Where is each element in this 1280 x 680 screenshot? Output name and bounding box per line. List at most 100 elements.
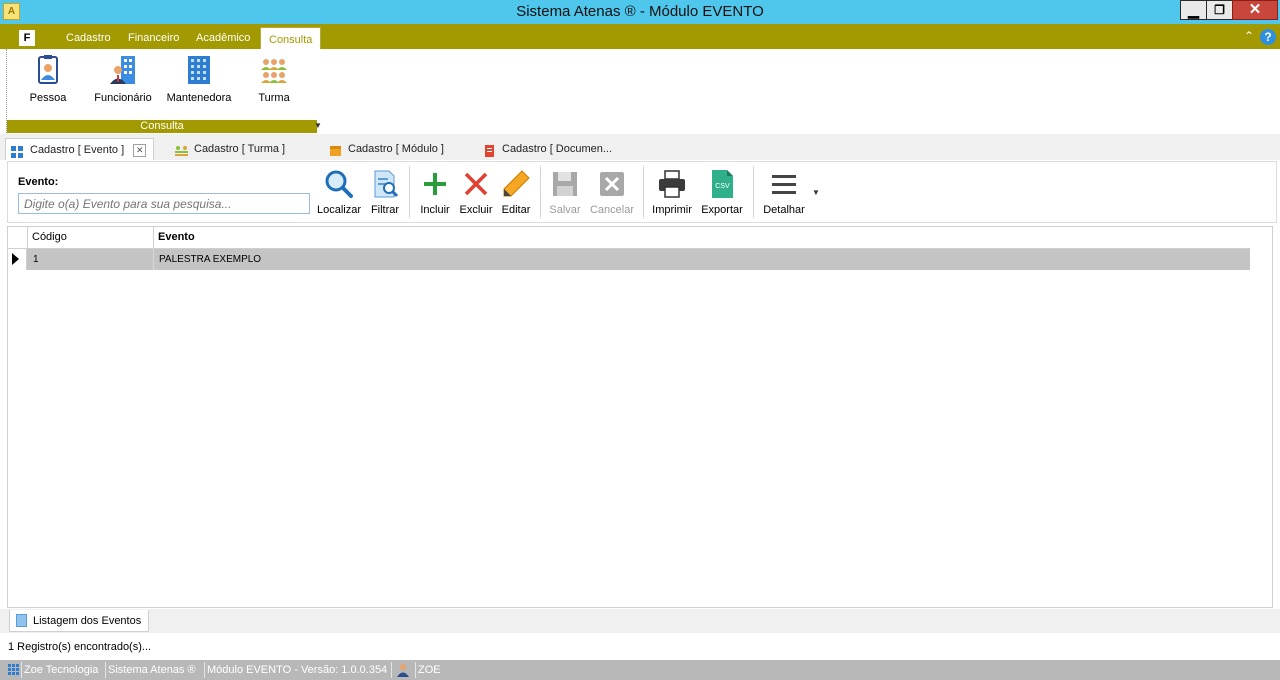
bottom-tab-bar: Listagem dos Eventos (0, 609, 1280, 633)
tab-consulta[interactable]: Consulta (260, 27, 322, 49)
document-tab-bar: Cadastro [ Evento ] ✕ Cadastro [ Turma ]… (0, 134, 1280, 160)
building-icon (183, 53, 215, 87)
file-menu-button[interactable]: F (19, 30, 35, 46)
tab-cadastro[interactable]: Cadastro (66, 24, 111, 49)
status-separator (415, 662, 416, 678)
doc-tab-modulo[interactable]: Cadastro [ Módulo ] (324, 138, 444, 160)
mantenedora-button[interactable]: Mantenedora (164, 53, 234, 104)
records-count: 1 Registro(s) encontrado(s)... (8, 641, 152, 653)
detalhar-label: Detalhar (763, 204, 805, 216)
localizar-button[interactable]: Localizar (315, 168, 363, 216)
group-expand-icon[interactable]: ▼ (314, 121, 322, 131)
title-bar: A Sistema Atenas ® - Módulo EVENTO ▁ ❐ ✕ (0, 0, 1280, 24)
cancel-icon (596, 168, 628, 200)
detalhar-dropdown-icon[interactable]: ▼ (812, 188, 820, 197)
current-row-arrow-icon (12, 253, 19, 265)
help-icon[interactable]: ? (1260, 29, 1276, 45)
doc-tab-turma-label: Cadastro [ Turma ] (194, 143, 286, 155)
column-header-codigo[interactable]: Código (28, 227, 154, 249)
editar-label: Editar (501, 204, 531, 216)
turma-label: Turma (258, 92, 290, 104)
filtrar-button[interactable]: Filtrar (366, 168, 404, 216)
tab-listagem-label: Listagem dos Eventos (33, 615, 142, 627)
doc-tab-modulo-label: Cadastro [ Módulo ] (348, 143, 444, 155)
status-separator (21, 662, 22, 678)
incluir-button[interactable]: Incluir (416, 168, 454, 216)
toolbar-separator (540, 166, 541, 218)
detalhar-button[interactable]: Detalhar (759, 168, 809, 216)
excluir-label: Excluir (459, 204, 493, 216)
status-company: Zoe Tecnologia (24, 664, 99, 676)
filtrar-label: Filtrar (370, 204, 400, 216)
delete-x-icon (460, 168, 492, 200)
user-avatar-icon (397, 660, 411, 680)
window-title: Sistema Atenas ® - Módulo EVENTO (516, 3, 764, 20)
doc-tab-evento[interactable]: Cadastro [ Evento ] ✕ (5, 138, 154, 160)
group-people-icon (175, 143, 188, 156)
window-controls: ▁ ❐ ✕ (1180, 0, 1278, 20)
excluir-button[interactable]: Excluir (457, 168, 495, 216)
pencil-icon (500, 168, 532, 200)
doc-tab-evento-label: Cadastro [ Evento ] (30, 144, 125, 156)
status-user: ZOE (418, 664, 441, 676)
tab-listagem-eventos[interactable]: Listagem dos Eventos (9, 610, 150, 632)
close-icon: ✕ (1248, 1, 1262, 18)
minimize-icon: ▁ (1188, 2, 1199, 18)
ribbon-group-consulta: Pessoa Funcionário Mantenedora Turma Con… (6, 49, 317, 133)
employee-building-icon (107, 53, 139, 87)
search-toolbar: Evento: Localizar Filtrar Incluir Exclui… (7, 161, 1277, 223)
doc-tab-documento[interactable]: Cadastro [ Documen... (478, 138, 612, 160)
collapse-ribbon-icon[interactable]: ⌃ (1244, 29, 1254, 43)
pessoa-button[interactable]: Pessoa (17, 53, 79, 104)
ribbon-tab-bar: F Cadastro Financeiro Acadêmico Consulta… (0, 24, 1280, 49)
person-id-card-icon (32, 53, 64, 87)
close-tab-icon[interactable]: ✕ (133, 143, 147, 157)
list-page-icon (16, 614, 27, 627)
minimize-button[interactable]: ▁ (1180, 0, 1207, 20)
filter-document-icon (369, 168, 401, 200)
row-indicator (8, 249, 27, 270)
restore-button[interactable]: ❐ (1206, 0, 1233, 20)
cancelar-button[interactable]: Cancelar (588, 168, 636, 216)
mantenedora-label: Mantenedora (166, 92, 232, 104)
status-grid-icon (8, 660, 20, 680)
box-icon (329, 143, 342, 156)
close-button[interactable]: ✕ (1232, 0, 1278, 20)
status-separator (204, 662, 205, 678)
toolbar-separator (409, 166, 410, 218)
status-module-version: Módulo EVENTO - Versão: 1.0.0.354 (207, 664, 388, 676)
exportar-button[interactable]: CSV Exportar (699, 168, 745, 216)
turma-button[interactable]: Turma (247, 53, 301, 104)
doc-tab-documento-label: Cadastro [ Documen... (502, 143, 613, 155)
status-system: Sistema Atenas ® (108, 664, 196, 676)
event-grid-icon (11, 144, 24, 158)
imprimir-button[interactable]: Imprimir (650, 168, 694, 216)
imprimir-label: Imprimir (652, 204, 692, 216)
cell-codigo[interactable]: 1 (28, 249, 154, 270)
salvar-button[interactable]: Salvar (546, 168, 584, 216)
funcionario-label: Funcionário (94, 92, 152, 104)
ribbon-panel: Pessoa Funcionário Mantenedora Turma Con… (0, 49, 1280, 134)
salvar-label: Salvar (549, 204, 581, 216)
localizar-label: Localizar (316, 204, 362, 216)
status-separator (391, 662, 392, 678)
doc-tab-turma[interactable]: Cadastro [ Turma ] (170, 138, 285, 160)
row-indicator-header (8, 227, 28, 249)
grid-header: Código Evento (8, 227, 1250, 249)
tab-financeiro[interactable]: Financeiro (128, 24, 179, 49)
cell-evento[interactable]: PALESTRA EXEMPLO (154, 249, 1250, 270)
tab-academico[interactable]: Acadêmico (196, 24, 250, 49)
search-input[interactable] (18, 193, 310, 214)
column-header-evento[interactable]: Evento (154, 227, 1250, 249)
funcionario-button[interactable]: Funcionário (93, 53, 153, 104)
document-icon (483, 143, 496, 157)
incluir-label: Incluir (420, 204, 450, 216)
restore-icon: ❐ (1214, 3, 1225, 17)
editar-button[interactable]: Editar (498, 168, 534, 216)
csv-badge-text: CSV (715, 183, 730, 190)
cancelar-label: Cancelar (589, 204, 635, 216)
table-row[interactable]: 1 PALESTRA EXEMPLO (8, 249, 1250, 270)
group-people-icon (258, 53, 290, 87)
status-bar: Zoe Tecnologia Sistema Atenas ® Módulo E… (0, 660, 1280, 680)
csv-file-icon: CSV (706, 168, 738, 200)
